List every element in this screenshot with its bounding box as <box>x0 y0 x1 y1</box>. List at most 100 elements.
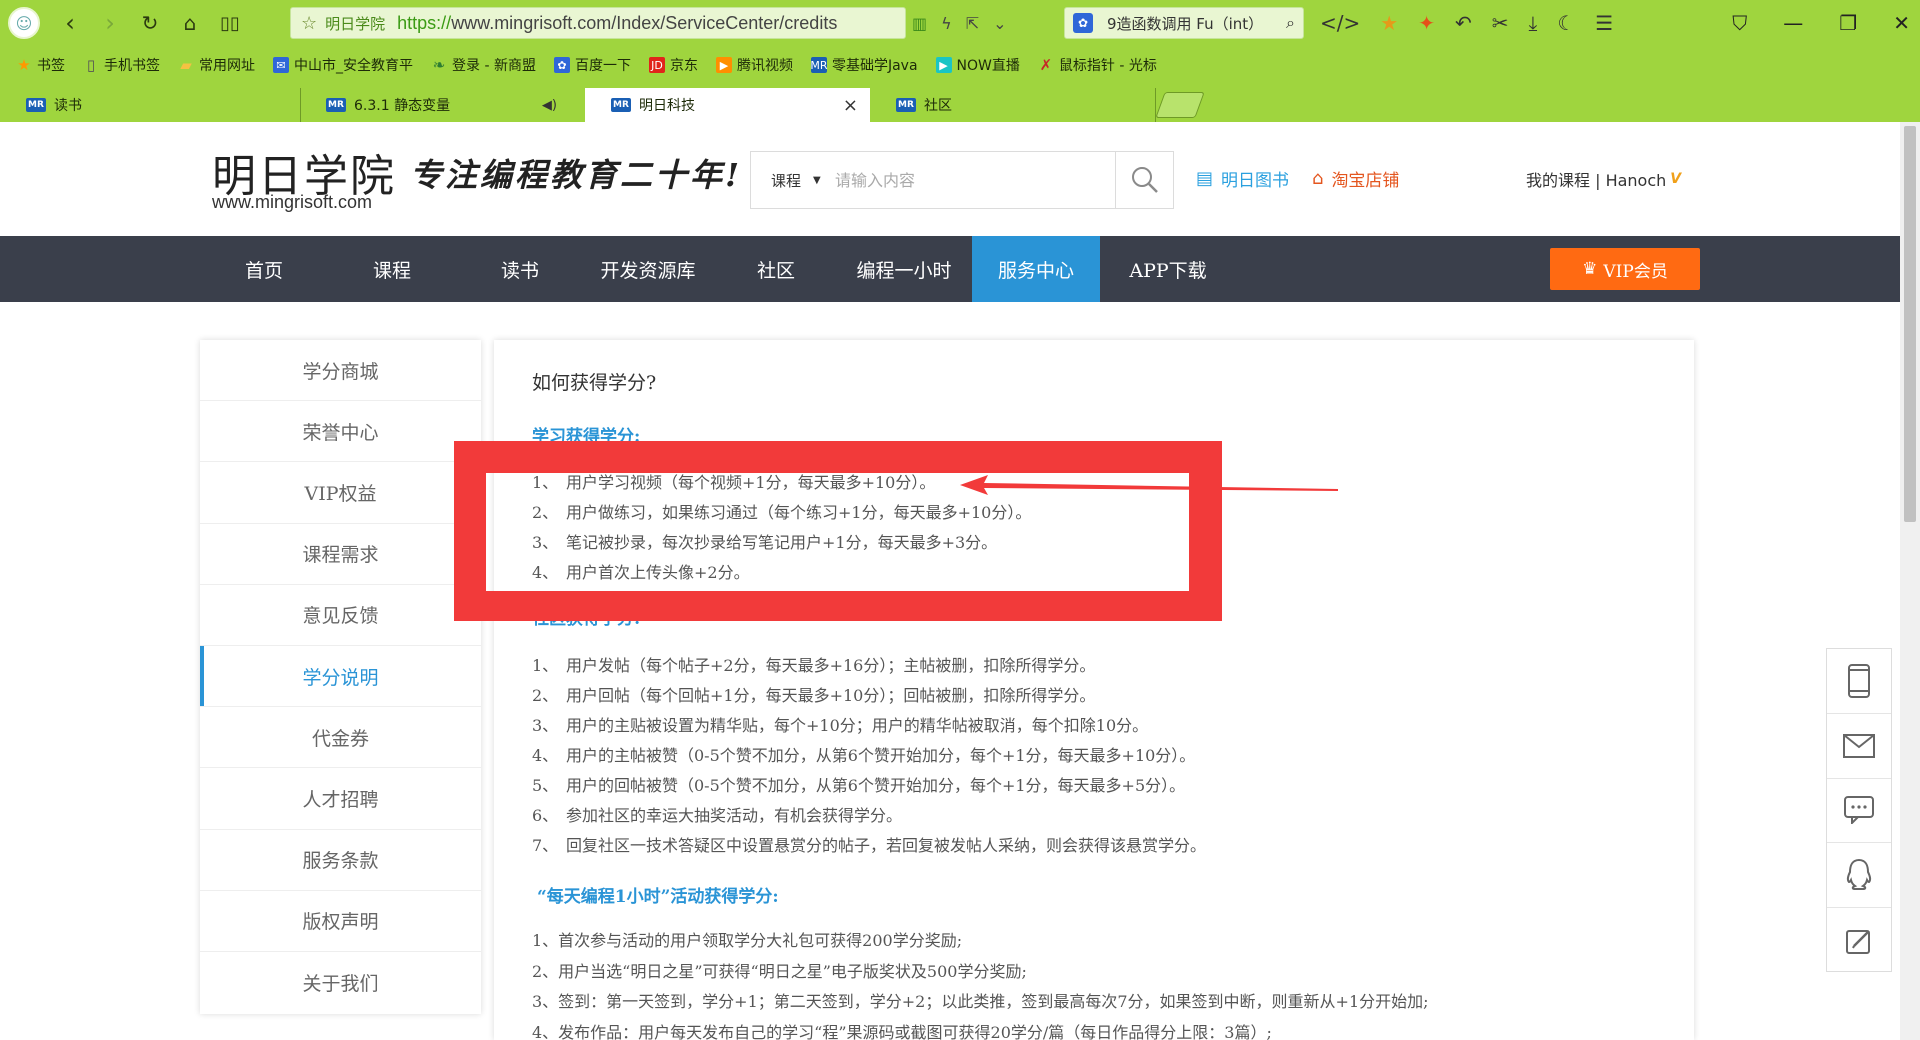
rule-item: 1、 用户发帖（每个帖子+2分，每天最多+16分）；主帖被删，扣除所得学分。 <box>532 649 1206 679</box>
scissors-icon[interactable]: ✂ <box>1492 11 1509 35</box>
sidebar-item-vouchers[interactable]: 代金券 <box>200 707 481 769</box>
bookmark-item[interactable]: ✗ 鼠标指针 - 光标 <box>1038 55 1157 75</box>
bookmark-star-icon[interactable]: ☆ <box>301 13 317 34</box>
chevron-down-icon[interactable]: ⌄ <box>993 14 1006 33</box>
profile-avatar[interactable]: ☺ <box>8 7 40 39</box>
link-label: 淘宝店铺 <box>1331 171 1400 191</box>
bookmark-item[interactable]: JD 京东 <box>648 55 698 75</box>
nav-resources[interactable]: 开发资源库 <box>584 236 712 302</box>
phone-icon[interactable] <box>1827 649 1891 714</box>
search-input[interactable] <box>831 152 1115 208</box>
night-mode-icon[interactable]: ☾ <box>1557 11 1575 35</box>
address-bar[interactable]: ☆ 明日学院 https://www.mingrisoft.com/Index/… <box>290 7 906 39</box>
tab-community[interactable]: MR 社区 <box>870 88 1155 122</box>
nav-coding-hour[interactable]: 编程一小时 <box>840 236 968 302</box>
refresh-icon[interactable]: ↻ <box>130 3 170 43</box>
now-icon: ▶ <box>935 57 952 73</box>
lightning-icon[interactable]: ϟ <box>941 14 952 33</box>
edit-icon[interactable] <box>1827 908 1891 973</box>
nav-community[interactable]: 社区 <box>712 236 840 302</box>
rule-num: 4、 <box>532 746 559 765</box>
rule-num: 1、 <box>532 473 559 492</box>
url-text: www.mingrisoft.com/Index/ServiceCenter/c… <box>451 12 838 33</box>
link-mingri-books[interactable]: ▤ 明日图书 <box>1196 166 1289 191</box>
page-scrollbar[interactable] <box>1900 122 1920 1040</box>
favorite-icon[interactable]: ★ <box>1380 11 1398 35</box>
rule-num: 1、 <box>532 656 559 675</box>
rule-text: 用户的主贴被设置为精华贴，每个+10分；用户的精华帖被取消，每个扣除10分。 <box>566 716 1149 735</box>
rule-item: 2、 用户做练习，如果练习通过（每个练习+1分，每天最多+10分）。 <box>532 496 1031 526</box>
paw-icon: ✿ <box>553 57 570 73</box>
restore-icon[interactable]: ❐ <box>1839 11 1857 35</box>
url-scheme: https:// <box>397 12 452 33</box>
baidu-paw-icon[interactable]: ✿ <box>1073 13 1093 33</box>
forward-icon[interactable]: › <box>90 3 130 43</box>
back-icon[interactable]: ‹ <box>50 3 90 43</box>
link-label: 明日图书 <box>1221 171 1290 191</box>
link-taobao-store[interactable]: ⌂ 淘宝店铺 <box>1312 166 1399 191</box>
bookmark-item[interactable]: ✉ 中山市_安全教育平 <box>273 55 413 75</box>
sidebar-item-copyright[interactable]: 版权声明 <box>200 891 481 952</box>
rule-num: 7、 <box>532 836 559 855</box>
engine-search-box[interactable]: ✿ 9造函数调用 Fu（int） ⌕ <box>1064 7 1304 39</box>
bookmark-item[interactable]: ▶ NOW直播 <box>935 55 1020 75</box>
bookmark-item[interactable]: ❧ 登录 - 新商盟 <box>431 55 536 75</box>
sidebar-item-honor-center[interactable]: 荣誉中心 <box>200 401 481 463</box>
tab-strip: MR 读书 MR 6.3.1 静态变量 ◀) MR 明日科技 × MR 社区 <box>0 88 1920 122</box>
search-button[interactable] <box>1115 152 1173 208</box>
sidebar-item-credit-mall[interactable]: 学分商城 <box>200 340 481 402</box>
shirt-icon[interactable]: ⛉ <box>1732 11 1747 35</box>
undo-icon[interactable]: ↶ <box>1455 11 1472 35</box>
sidebar-item-feedback[interactable]: 意见反馈 <box>200 585 481 646</box>
close-icon[interactable]: ✕ <box>1893 11 1910 35</box>
nav-app-download[interactable]: APP下载 <box>1104 236 1232 302</box>
reader-icon[interactable]: ▯▯ <box>210 3 250 43</box>
share-icon[interactable]: ⇱ <box>966 14 979 33</box>
nav-home[interactable]: 首页 <box>200 236 328 302</box>
bookmark-item[interactable]: ▶ 腾讯视频 <box>715 55 793 75</box>
chat-icon[interactable] <box>1827 779 1891 844</box>
scrollbar-thumb[interactable] <box>1904 126 1916 522</box>
sidebar-item-careers[interactable]: 人才招聘 <box>200 768 481 830</box>
sidebar-item-credit-rules[interactable]: 学分说明 <box>200 645 481 708</box>
devtools-icon[interactable]: </> <box>1320 11 1360 35</box>
menu-icon[interactable]: ☰ <box>1595 11 1613 35</box>
speaker-icon[interactable]: ◀) <box>542 98 557 113</box>
tab-reading[interactable]: MR 读书 <box>0 88 300 122</box>
user-menu[interactable]: 我的课程 | Hanoch V <box>1526 167 1681 191</box>
rule-item: 7、 回复社区一技术答疑区中设置悬赏分的帖子，若回复被发帖人采纳，则会获得该悬赏学… <box>532 829 1206 859</box>
mail-icon[interactable] <box>1827 714 1891 779</box>
vip-label: VIP会员 <box>1603 261 1668 282</box>
qq-icon[interactable] <box>1827 843 1891 909</box>
rule-text: 用户发帖（每个帖子+2分，每天最多+16分）；主帖被删，扣除所得学分。 <box>566 656 1096 675</box>
nav-courses[interactable]: 课程 <box>328 236 456 302</box>
tab-label: 读书 <box>54 98 82 114</box>
tab-static-variable[interactable]: MR 6.3.1 静态变量 ◀) <box>300 88 585 122</box>
bookmark-item[interactable]: ▯ 手机书签 <box>83 55 160 75</box>
site-label: 明日学院 <box>325 14 386 33</box>
site-slogan: 专注编程教育二十年! <box>410 156 743 194</box>
bookmark-item[interactable]: ✿ 百度一下 <box>553 55 631 75</box>
search-icon[interactable]: ⌕ <box>1286 13 1295 33</box>
sidebar-item-vip-benefits[interactable]: VIP权益 <box>200 462 481 524</box>
tab-mingri-tech[interactable]: MR 明日科技 × <box>585 88 870 122</box>
rules-list-learning: 1、 用户学习视频（每个视频+1分，每天最多+10分）。 2、 用户做练习，如果练习… <box>532 466 1031 586</box>
bookmark-item[interactable]: ★ 书签 <box>16 55 65 75</box>
tab-label: 明日科技 <box>639 98 695 114</box>
nav-service-center[interactable]: 服务中心 <box>972 236 1100 302</box>
reader-mode-icon[interactable]: ▥ <box>912 14 927 33</box>
download-icon[interactable]: ⤓ <box>1529 11 1538 35</box>
home-icon[interactable]: ⌂ <box>170 3 210 43</box>
new-tab-button[interactable] <box>1155 92 1205 118</box>
gamepad-icon[interactable]: ✦ <box>1418 11 1435 35</box>
sidebar-item-about[interactable]: 关于我们 <box>200 952 481 1013</box>
sidebar-item-course-requests[interactable]: 课程需求 <box>200 524 481 585</box>
bookmark-item[interactable]: ▰ 常用网址 <box>178 55 255 75</box>
bookmark-item[interactable]: MR 零基础学Java <box>810 55 918 75</box>
sidebar-item-terms[interactable]: 服务条款 <box>200 830 481 891</box>
nav-reading[interactable]: 读书 <box>456 236 584 302</box>
search-category-select[interactable]: 课程 ▼ <box>751 170 831 191</box>
minimize-icon[interactable]: — <box>1783 11 1803 35</box>
vip-button[interactable]: ♛ VIP会员 <box>1550 248 1700 290</box>
tab-close-icon[interactable]: × <box>843 95 858 116</box>
